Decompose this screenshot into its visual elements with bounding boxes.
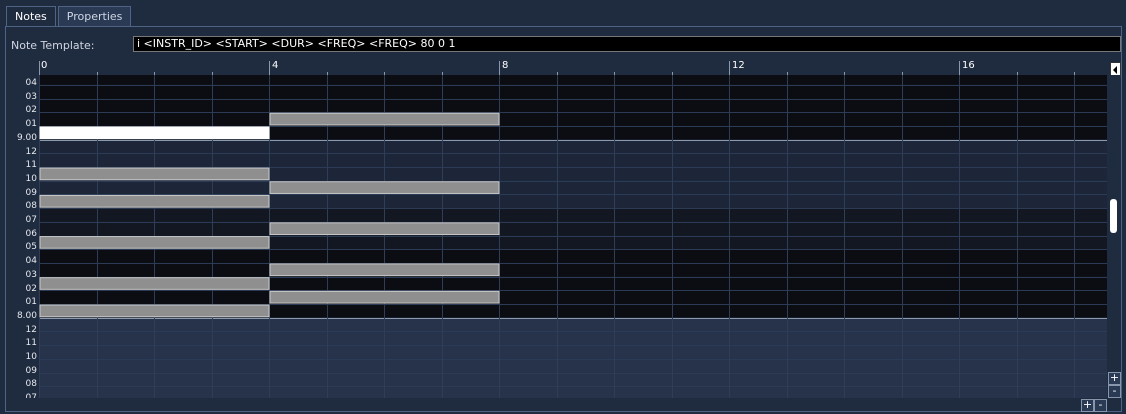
grid-row: [39, 180, 1107, 195]
pitch-label: 10: [25, 173, 37, 184]
note[interactable]: [269, 263, 500, 277]
time-label-12: 12: [732, 60, 745, 71]
grid-row: [39, 386, 1107, 398]
note[interactable]: [39, 236, 270, 249]
pitch-label: 09: [25, 365, 37, 376]
time-label-4: 4: [272, 60, 279, 71]
note[interactable]: [39, 277, 270, 290]
note-template-row: Note Template:: [11, 37, 100, 53]
pitch-label: 01: [25, 119, 37, 130]
note[interactable]: [269, 112, 500, 126]
pitch-label: 04: [25, 78, 37, 88]
grid-row: [39, 249, 1107, 263]
grid-row: [39, 84, 1107, 99]
note[interactable]: [39, 167, 270, 181]
note-template-input[interactable]: i <INSTR_ID> <START> <DUR> <FREQ> <FREQ>…: [133, 36, 1121, 52]
grid-row: [39, 345, 1107, 359]
grid-row: [39, 208, 1107, 222]
note[interactable]: [39, 304, 270, 318]
grid-row: [39, 221, 1107, 236]
pitch-label: 06: [25, 228, 37, 239]
pitch-label: 07: [26, 392, 37, 398]
grid-row: [39, 290, 1107, 305]
pitch-label: 04: [25, 256, 37, 267]
grid-row: [39, 331, 1107, 346]
grid-row: [39, 317, 1107, 332]
pitch-label: 10: [25, 352, 37, 362]
time-ruler[interactable]: 0 4 8 12 16: [39, 60, 1107, 76]
pitch-label: 03: [25, 91, 37, 102]
pitch-label: 11: [25, 160, 37, 171]
time-label-16: 16: [962, 60, 975, 71]
vertical-scrollbar[interactable]: [1107, 75, 1120, 398]
grid-row: [39, 372, 1107, 387]
pitch-label: 09: [25, 187, 37, 198]
time-label-0: 0: [41, 60, 48, 71]
ruler-tick: [729, 61, 730, 75]
pitch-label: 08: [25, 379, 37, 390]
zoom-out-vertical-button[interactable]: -: [1108, 385, 1121, 398]
zoom-in-horizontal-button[interactable]: +: [1081, 399, 1094, 412]
pitch-label: 05: [25, 242, 37, 253]
pitch-label: 9.00: [16, 132, 37, 143]
note[interactable]: [269, 290, 500, 304]
time-label-8: 8: [502, 60, 509, 71]
tab-bar: Notes Properties: [6, 6, 133, 27]
note-template-label: Note Template:: [11, 38, 95, 52]
pitch-label: 07: [25, 215, 37, 225]
grid-row: [39, 98, 1107, 113]
note-selected[interactable]: [39, 126, 270, 140]
grid-row: [39, 139, 1107, 154]
pitch-label: 02: [25, 283, 37, 294]
grid-row: [39, 358, 1107, 373]
tab-notes[interactable]: Notes: [6, 6, 56, 27]
pitch-label: 8.00: [16, 310, 37, 321]
ruler-tick: [499, 61, 500, 75]
note[interactable]: [39, 194, 270, 208]
pitch-label: 11: [25, 338, 37, 349]
grid-row: [39, 262, 1107, 277]
note[interactable]: [269, 222, 500, 236]
grid-row: [39, 153, 1107, 168]
note[interactable]: [269, 181, 500, 194]
pitch-label: 01: [25, 297, 37, 308]
pitch-label: 12: [25, 324, 37, 335]
ruler-tick: [39, 61, 40, 75]
piano-roll-grid[interactable]: [39, 75, 1107, 398]
pitch-label: 12: [25, 146, 37, 157]
pitch-labels: 04 03 02 01 9.00 12 11 10 09 08 07 06 05 04 03 02 01 8.00…: [8, 75, 39, 398]
tab-properties[interactable]: Properties: [57, 6, 132, 26]
grid-row: [39, 75, 1107, 85]
pitch-label: 02: [25, 105, 37, 116]
grid-row: [39, 112, 1107, 126]
zoom-out-horizontal-button[interactable]: -: [1094, 399, 1107, 412]
vertical-scroll-thumb[interactable]: [1110, 199, 1117, 233]
ruler-tick: [269, 61, 270, 75]
pitch-label: 03: [25, 269, 37, 280]
ruler-tick: [959, 61, 960, 75]
pitch-label: 08: [25, 201, 37, 212]
